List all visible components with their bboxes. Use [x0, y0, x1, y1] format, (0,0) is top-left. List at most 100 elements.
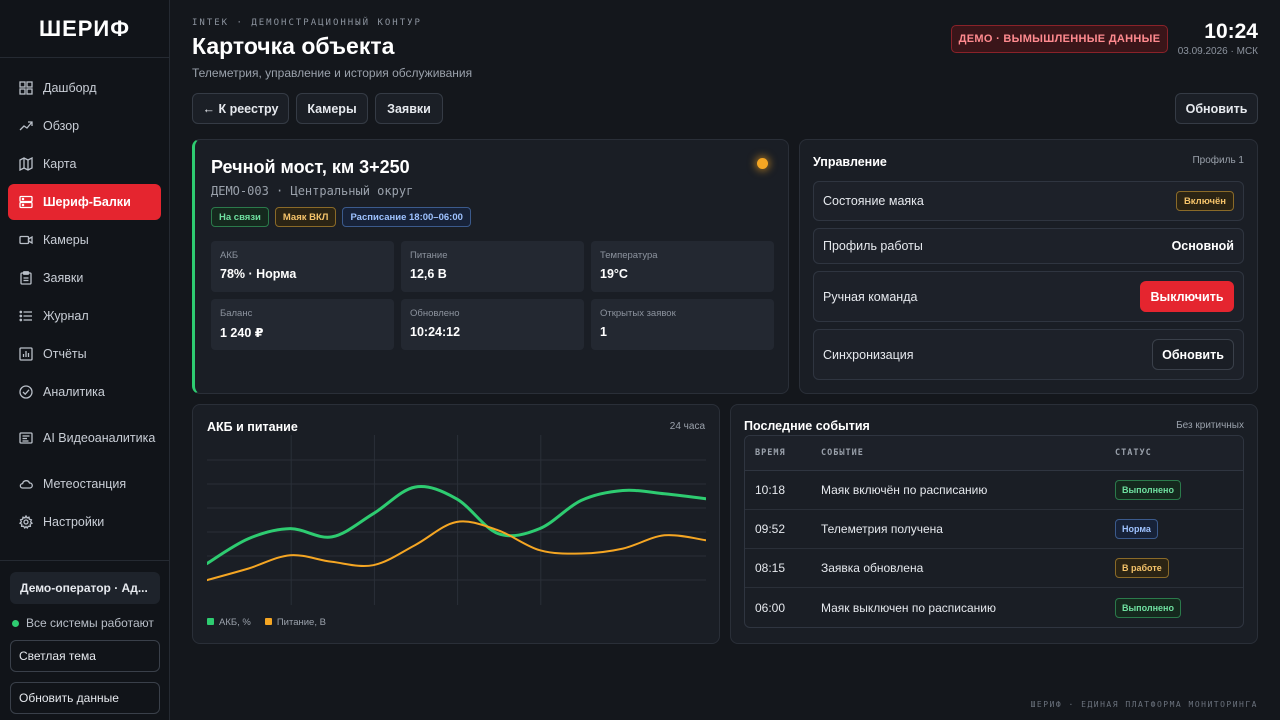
sidebar-item-ai-video[interactable]: AI Видеоаналитика: [8, 412, 161, 464]
metric-label: АКБ: [220, 250, 239, 261]
metric-label: Температура: [600, 250, 658, 261]
column-header-event: СОБЫТИЕ: [821, 448, 864, 458]
metrics-grid: АКБ 78% · Норма Питание 12,6 В Температура…: [211, 241, 774, 350]
work-profile-row: Профиль работы Основной: [813, 228, 1244, 264]
chart-legend: АКБ, % Питание, В: [207, 617, 326, 628]
sidebar-item-label: Аналитика: [43, 385, 105, 399]
operator-menu[interactable]: Демо-оператор · Ад...: [10, 572, 160, 604]
metric-value: 19°C: [600, 267, 628, 281]
requests-button[interactable]: Заявки: [375, 93, 443, 124]
status-dot-icon: [12, 619, 19, 627]
control-profile: Профиль 1: [1192, 155, 1244, 166]
metric-temperature: Температура 19°C: [591, 241, 774, 292]
sidebar-item-analytics[interactable]: Аналитика: [8, 374, 161, 410]
event-time: 10:18: [755, 483, 786, 497]
table-row[interactable]: 09:52 Телеметрия получена Норма: [745, 510, 1243, 549]
page-subtitle: Телеметрия, управление и история обслужи…: [192, 66, 473, 80]
sync-label: Синхронизация: [823, 347, 914, 362]
sidebar: ШЕРИФ Дашборд Обзор Карта Шериф-Балки Ка…: [0, 0, 170, 720]
control-card: Управление Профиль 1 Состояние маяка Вкл…: [799, 139, 1258, 394]
metric-value: 78% · Норма: [220, 267, 297, 281]
sidebar-item-label: Метеостанция: [43, 477, 127, 491]
page-title: Карточка объекта: [192, 33, 395, 59]
event-text: Маяк включён по расписанию: [821, 483, 988, 497]
sidebar-item-label: Журнал: [43, 309, 89, 323]
chart-card: АКБ и питание 24 часа АКБ, % Питание, В: [192, 404, 720, 644]
sidebar-item-settings[interactable]: Настройки: [8, 504, 161, 540]
cloud-icon: [19, 477, 33, 491]
metric-value: 10:24:12: [410, 325, 461, 339]
legend-item-battery: АКБ, %: [207, 617, 251, 628]
series-line-battery: [207, 485, 706, 565]
refresh-button[interactable]: Обновить: [1175, 93, 1258, 124]
table-header: ВРЕМЯ СОБЫТИЕ СТАТУС: [745, 436, 1243, 471]
sidebar-item-label: Заявки: [43, 271, 84, 285]
beacon-state-badge: Включён: [1175, 191, 1234, 211]
events-title: Последние события: [744, 419, 870, 433]
sidebar-item-journal[interactable]: Журнал: [8, 298, 161, 334]
grid-icon: [19, 81, 33, 95]
list-icon: [19, 309, 33, 323]
sync-refresh-button[interactable]: Обновить: [1152, 339, 1234, 370]
sidebar-item-label: Настройки: [43, 515, 105, 529]
date: 03.09.2026 · МСК: [1177, 46, 1258, 57]
legend-label-battery: АКБ, %: [219, 617, 251, 628]
metric-value: 1: [600, 325, 607, 339]
footer: ШЕРИФ · ЕДИНАЯ ПЛАТФОРМА МОНИТОРИНГА: [1030, 700, 1258, 709]
sidebar-item-sherif-balki[interactable]: Шериф-Балки: [8, 184, 161, 220]
event-text: Маяк выключен по расписанию: [821, 600, 996, 615]
legend-swatch-battery: [207, 618, 214, 625]
chart-title: АКБ и питание: [207, 420, 298, 434]
cameras-button[interactable]: Камеры: [296, 93, 368, 124]
chart-grid: [207, 435, 706, 605]
theme-toggle-button[interactable]: Светлая тема: [10, 640, 160, 672]
beacon-state-row: Состояние маяка Включён: [813, 181, 1244, 221]
sidebar-item-label: Отчёты: [43, 347, 87, 361]
work-profile-value: Основной: [1171, 239, 1234, 253]
table-row[interactable]: 08:15 Заявка обновлена В работе: [745, 549, 1243, 588]
column-header-status: СТАТУС: [1115, 448, 1152, 458]
status-badge: Выполнено: [1115, 480, 1181, 500]
event-time: 09:52: [755, 522, 786, 536]
status-badge: Норма: [1115, 519, 1158, 539]
brand-logo: ШЕРИФ: [0, 0, 169, 58]
sidebar-item-map[interactable]: Карта: [8, 146, 161, 182]
sidebar-item-label: Дашборд: [43, 81, 97, 95]
table-row[interactable]: 10:18 Маяк включён по расписанию Выполне…: [745, 471, 1243, 510]
sidebar-item-weather[interactable]: Метеостанция: [8, 466, 161, 502]
server-icon: [19, 195, 33, 209]
refresh-data-button[interactable]: Обновить данные: [10, 682, 160, 714]
manual-command-label: Ручная команда: [823, 289, 918, 304]
control-title: Управление: [813, 155, 887, 169]
sidebar-item-requests[interactable]: Заявки: [8, 260, 161, 296]
status-badge: Выполнено: [1115, 597, 1181, 618]
metric-label: Обновлено: [410, 308, 460, 319]
event-text: Заявка обновлена: [821, 561, 924, 575]
object-title: Речной мост, км 3+250: [211, 157, 410, 177]
status-badge-online: На связи: [211, 207, 269, 227]
sidebar-item-overview[interactable]: Обзор: [8, 108, 161, 144]
back-to-registry-button[interactable]: ← К реестру: [192, 93, 289, 124]
table-row[interactable]: 06:00 Маяк выключен по расписанию Выполн…: [745, 588, 1243, 627]
battery-power-chart: [207, 435, 706, 605]
sidebar-nav: Дашборд Обзор Карта Шериф-Балки Камеры З…: [8, 70, 161, 542]
clock: 10:24: [1204, 20, 1258, 43]
work-profile-label: Профиль работы: [823, 239, 923, 253]
sidebar-item-cameras[interactable]: Камеры: [8, 222, 161, 258]
clipboard-icon: [19, 271, 33, 285]
status-badge-beacon: Маяк ВКЛ: [274, 207, 337, 227]
metric-battery: АКБ 78% · Норма: [211, 241, 394, 292]
manual-command-row: Ручная команда Выключить: [813, 271, 1244, 322]
demo-badge: ДЕМО · ВЫМЫШЛЕННЫЕ ДАННЫЕ: [951, 25, 1168, 53]
bar-chart-icon: [19, 347, 33, 361]
event-text: Телеметрия получена: [821, 522, 943, 536]
sidebar-item-dashboard[interactable]: Дашборд: [8, 70, 161, 106]
events-table: ВРЕМЯ СОБЫТИЕ СТАТУС 10:18 Маяк включён …: [744, 435, 1244, 628]
metric-value: 1 240 ₽: [220, 326, 264, 340]
sidebar-footer: Демо-оператор · Ад... Все системы работа…: [0, 560, 170, 714]
sidebar-item-reports[interactable]: Отчёты: [8, 336, 161, 372]
event-time: 08:15: [755, 561, 786, 575]
sidebar-item-label: AI Видеоаналитика: [43, 431, 156, 445]
ai-video-icon: [19, 431, 33, 445]
turn-off-button[interactable]: Выключить: [1140, 281, 1234, 312]
